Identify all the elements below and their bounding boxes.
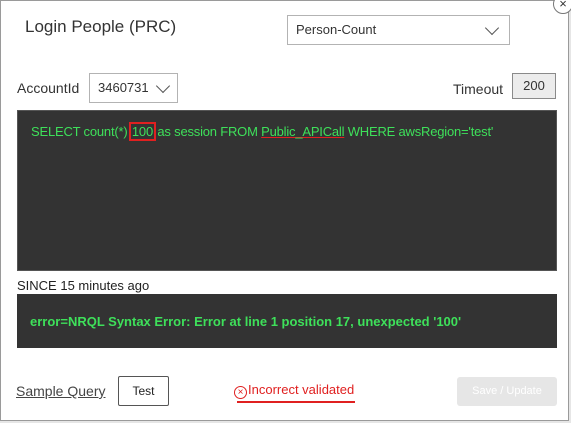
validation-status: × Incorrect validated: [234, 382, 354, 399]
chevron-down-icon: [484, 20, 500, 36]
query-text-part: WHERE awsRegion='test': [344, 124, 494, 139]
timeout-label: Timeout: [453, 81, 504, 97]
test-button[interactable]: Test: [118, 376, 169, 406]
error-circle-icon: ×: [234, 386, 247, 399]
query-dialog: Login People (PRC) Person-Count AccountI…: [0, 0, 569, 421]
account-id-value: 3460731: [98, 80, 149, 95]
sample-query-link[interactable]: Sample Query: [16, 383, 105, 399]
query-type-value: Person-Count: [296, 22, 377, 37]
highlighted-token: 100: [128, 122, 156, 141]
status-text: Incorrect validated: [248, 382, 355, 397]
underlined-token: Public_APICall: [261, 124, 345, 139]
dialog-title: Login People (PRC): [25, 17, 177, 36]
status-underline: [237, 401, 355, 403]
error-panel: error=NRQL Syntax Error: Error at line 1…: [17, 294, 557, 348]
save-update-button[interactable]: Save / Update: [457, 377, 557, 406]
account-id-select[interactable]: 3460731: [89, 73, 178, 103]
error-message: error=NRQL Syntax Error: Error at line 1…: [30, 314, 462, 329]
account-id-label: AccountId: [17, 80, 80, 96]
chevron-down-icon: [155, 78, 171, 94]
query-editor[interactable]: SELECT count(*) 100 as session FROM Publ…: [17, 110, 557, 271]
since-text: SINCE 15 minutes ago: [17, 278, 150, 293]
timeout-input[interactable]: 200: [512, 73, 556, 99]
query-text-part: as session FROM: [153, 124, 262, 139]
query-text-part: SELECT count(*): [31, 124, 131, 139]
query-type-select[interactable]: Person-Count: [287, 15, 510, 45]
query-text: SELECT count(*) 100 as session FROM Publ…: [31, 122, 494, 141]
